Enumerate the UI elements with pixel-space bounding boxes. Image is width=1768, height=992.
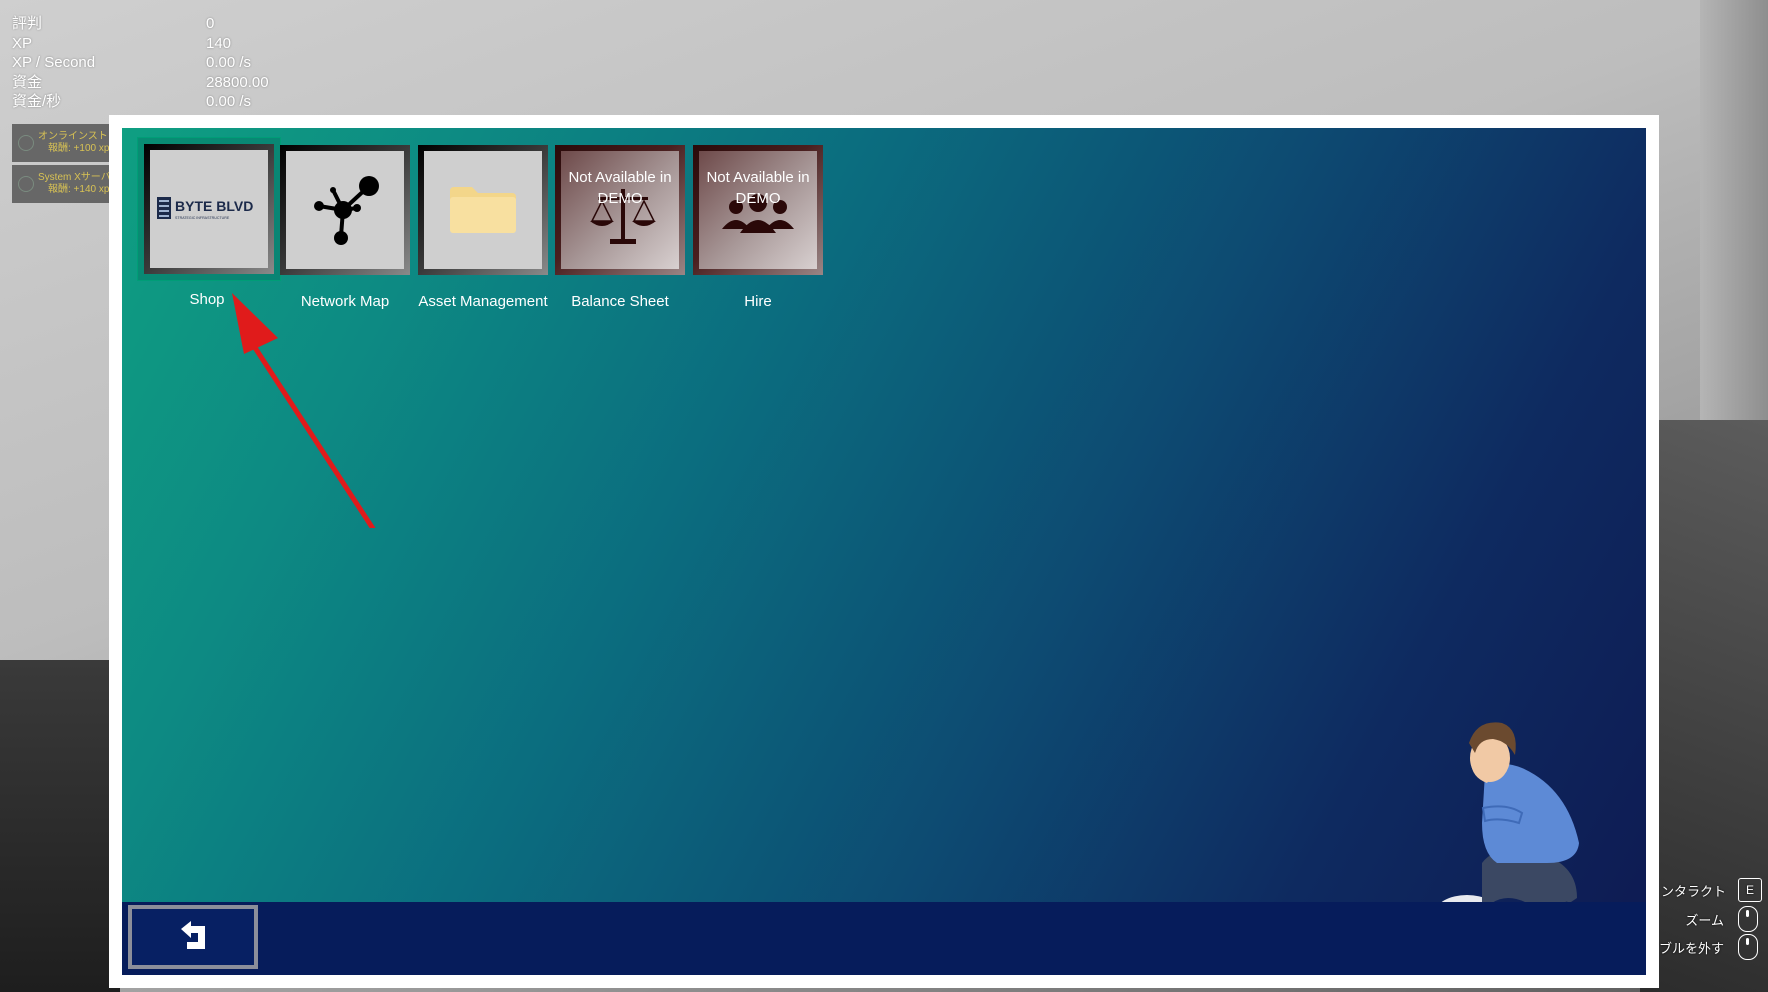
network-map-icon bbox=[314, 176, 379, 245]
app-tile[interactable] bbox=[418, 145, 548, 275]
key-e-icon: E bbox=[1738, 878, 1762, 902]
stat-label: XP bbox=[12, 34, 33, 52]
mouse-click-icon bbox=[1738, 934, 1758, 960]
hint-label: ズーム bbox=[1685, 912, 1724, 928]
folder-icon bbox=[450, 187, 516, 233]
selection-highlight: BYTE BLVD STRATEGIC INFRASTRUCTURE bbox=[137, 137, 281, 281]
stat-label: XP / Second bbox=[12, 54, 96, 71]
app-tile[interactable]: BYTE BLVD STRATEGIC INFRASTRUCTURE bbox=[144, 144, 274, 274]
stat-value: 0.00 /s bbox=[206, 54, 252, 71]
desktop-screen: BYTE BLVD STRATEGIC INFRASTRUCTURE Shop bbox=[122, 128, 1646, 975]
app-hire[interactable]: Not Available in DEMO Hire bbox=[688, 145, 828, 312]
stat-row-funds: 資金 28800.00 bbox=[12, 73, 269, 93]
monitor-frame: BYTE BLVD STRATEGIC INFRASTRUCTURE Shop bbox=[109, 115, 1659, 988]
quest-reward: 報酬: +100 xp bbox=[48, 143, 110, 154]
stats-panel: 評判 0 XP 140 XP / Second 0.00 /s 資金 28800… bbox=[12, 14, 269, 112]
background-floor bbox=[0, 660, 120, 992]
app-label: Shop bbox=[189, 291, 225, 308]
app-balance-sheet[interactable]: Not Available in DEMO Balance Sheet bbox=[550, 145, 690, 312]
quest-title: System Xサーバ bbox=[38, 172, 111, 183]
app-network-map[interactable]: Network Map bbox=[275, 145, 415, 312]
stat-value: 140 bbox=[206, 34, 232, 52]
stat-label: 評判 bbox=[12, 15, 43, 32]
app-label: Balance Sheet bbox=[571, 293, 669, 310]
stat-row-reputation: 評判 0 bbox=[12, 14, 269, 34]
app-shop[interactable]: BYTE BLVD STRATEGIC INFRASTRUCTURE Shop bbox=[137, 137, 281, 310]
not-available-label: Not Available in DEMO bbox=[706, 169, 810, 207]
stat-value: 0.00 /s bbox=[206, 93, 252, 110]
hint-label: ンタラクト bbox=[1660, 883, 1726, 899]
stat-row-funds-per-second: 資金/秒 0.00 /s bbox=[12, 92, 269, 112]
byte-blvd-logo-icon: BYTE BLVD STRATEGIC INFRASTRUCTURE bbox=[157, 197, 253, 220]
hint-zoom: ズーム bbox=[1620, 906, 1758, 932]
app-label: Network Map bbox=[300, 293, 390, 310]
stat-row-xp-per-second: XP / Second 0.00 /s bbox=[12, 53, 269, 73]
stat-value: 0 bbox=[206, 15, 215, 32]
quest-icon bbox=[18, 176, 34, 192]
stat-label: 資金/秒 bbox=[12, 93, 62, 110]
stat-label: 資金 bbox=[12, 73, 43, 91]
app-tile[interactable]: Not Available in DEMO bbox=[555, 145, 685, 275]
hint-interact: ンタラクト E bbox=[1620, 878, 1762, 902]
quest-icon bbox=[18, 135, 34, 151]
app-asset-management[interactable]: Asset Management bbox=[413, 145, 553, 312]
app-tile[interactable]: Not Available in DEMO bbox=[693, 145, 823, 275]
quest-item: System Xサーバ 報酬: +140 xp bbox=[12, 165, 112, 203]
hint-unplug: ブルを外す bbox=[1620, 934, 1758, 960]
app-label: Asset Management bbox=[418, 293, 548, 310]
mouse-scroll-icon bbox=[1738, 906, 1758, 932]
stat-value: 28800.00 bbox=[206, 73, 269, 91]
logo-subtext: STRATEGIC INFRASTRUCTURE bbox=[175, 216, 230, 220]
back-button[interactable] bbox=[128, 905, 258, 969]
not-available-label: Not Available in DEMO bbox=[568, 169, 672, 207]
stat-row-xp: XP 140 bbox=[12, 34, 269, 54]
logo-text: BYTE BLVD bbox=[175, 198, 253, 214]
background-wall bbox=[1700, 0, 1768, 480]
app-label: Hire bbox=[744, 293, 772, 310]
hint-label: ブルを外す bbox=[1658, 940, 1724, 956]
quest-title: オンラインスト bbox=[38, 131, 108, 142]
quest-reward: 報酬: +140 xp bbox=[48, 184, 110, 195]
return-arrow-icon bbox=[181, 921, 205, 949]
taskbar bbox=[122, 902, 1646, 975]
quest-item: オンラインスト 報酬: +100 xp bbox=[12, 124, 112, 162]
app-tile[interactable] bbox=[280, 145, 410, 275]
